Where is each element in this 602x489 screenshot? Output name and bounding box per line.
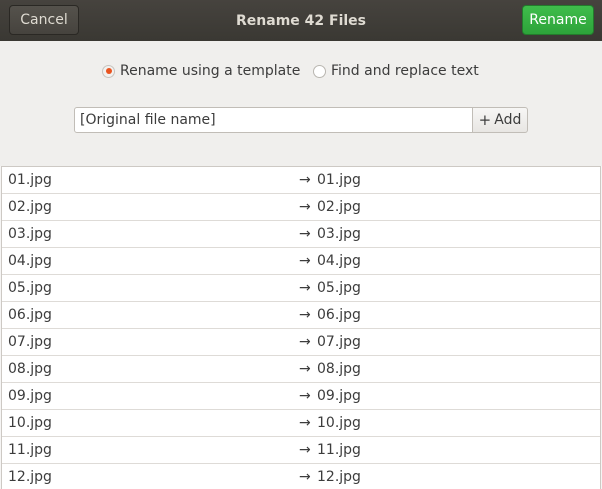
plus-icon: + [478, 111, 492, 129]
file-row[interactable]: 02.jpg → 02.jpg [2, 194, 600, 221]
new-filename: 04.jpg [317, 253, 361, 269]
arrow-right-icon: → [299, 280, 311, 296]
template-mode-radio[interactable]: Rename using a template [102, 61, 300, 81]
file-row[interactable]: 11.jpg → 11.jpg [2, 437, 600, 464]
file-row[interactable]: 03.jpg → 03.jpg [2, 221, 600, 248]
new-filename: 11.jpg [317, 442, 361, 458]
add-button-label: Add [494, 112, 522, 128]
file-preview-list[interactable]: 01.jpg → 01.jpg 02.jpg → 02.jpg 03.jpg → 03.jpg 0… [1, 166, 601, 489]
new-filename: 06.jpg [317, 307, 361, 323]
original-filename: 02.jpg [8, 199, 52, 215]
original-filename: 09.jpg [8, 388, 52, 404]
original-filename: 12.jpg [8, 469, 52, 485]
original-filename: 06.jpg [8, 307, 52, 323]
new-filename: 09.jpg [317, 388, 361, 404]
original-filename: 04.jpg [8, 253, 52, 269]
add-tag-button[interactable]: + Add [472, 107, 528, 133]
arrow-right-icon: → [299, 334, 311, 350]
arrow-right-icon: → [299, 442, 311, 458]
new-filename: 12.jpg [317, 469, 361, 485]
new-filename: 05.jpg [317, 280, 361, 296]
arrow-right-icon: → [299, 469, 311, 485]
new-filename: 10.jpg [317, 415, 361, 431]
new-filename: 07.jpg [317, 334, 361, 350]
new-filename: 03.jpg [317, 226, 361, 242]
template-input[interactable]: [Original file name] [74, 107, 473, 133]
radio-unselected-icon[interactable] [313, 64, 326, 78]
file-row[interactable]: 12.jpg → 12.jpg [2, 464, 600, 489]
template-mode-label[interactable]: Rename using a template [120, 63, 300, 79]
arrow-right-icon: → [299, 226, 311, 242]
original-filename: 05.jpg [8, 280, 52, 296]
dialog-title: Rename 42 Files [236, 12, 366, 29]
arrow-right-icon: → [299, 307, 311, 323]
arrow-right-icon: → [299, 172, 311, 188]
file-row[interactable]: 06.jpg → 06.jpg [2, 302, 600, 329]
original-filename: 08.jpg [8, 361, 52, 377]
file-row[interactable]: 07.jpg → 07.jpg [2, 329, 600, 356]
original-filename: 03.jpg [8, 226, 52, 242]
new-filename: 01.jpg [317, 172, 361, 188]
arrow-right-icon: → [299, 253, 311, 269]
original-filename: 07.jpg [8, 334, 52, 350]
radio-selected-icon[interactable] [102, 64, 115, 78]
file-row[interactable]: 10.jpg → 10.jpg [2, 410, 600, 437]
rename-options-panel: Rename using a template Find and replace… [0, 41, 602, 166]
arrow-right-icon: → [299, 361, 311, 377]
arrow-right-icon: → [299, 199, 311, 215]
arrow-right-icon: → [299, 415, 311, 431]
file-row[interactable]: 04.jpg → 04.jpg [2, 248, 600, 275]
replace-mode-label[interactable]: Find and replace text [331, 63, 479, 79]
new-filename: 02.jpg [317, 199, 361, 215]
original-filename: 01.jpg [8, 172, 52, 188]
replace-mode-radio[interactable]: Find and replace text [313, 61, 479, 81]
original-filename: 10.jpg [8, 415, 52, 431]
file-row[interactable]: 05.jpg → 05.jpg [2, 275, 600, 302]
new-filename: 08.jpg [317, 361, 361, 377]
file-row[interactable]: 08.jpg → 08.jpg [2, 356, 600, 383]
file-row[interactable]: 09.jpg → 09.jpg [2, 383, 600, 410]
rename-button[interactable]: Rename [522, 5, 594, 35]
arrow-right-icon: → [299, 388, 311, 404]
file-row[interactable]: 01.jpg → 01.jpg [2, 167, 600, 194]
header-bar: Cancel Rename 42 Files Rename [0, 0, 602, 42]
original-filename: 11.jpg [8, 442, 52, 458]
